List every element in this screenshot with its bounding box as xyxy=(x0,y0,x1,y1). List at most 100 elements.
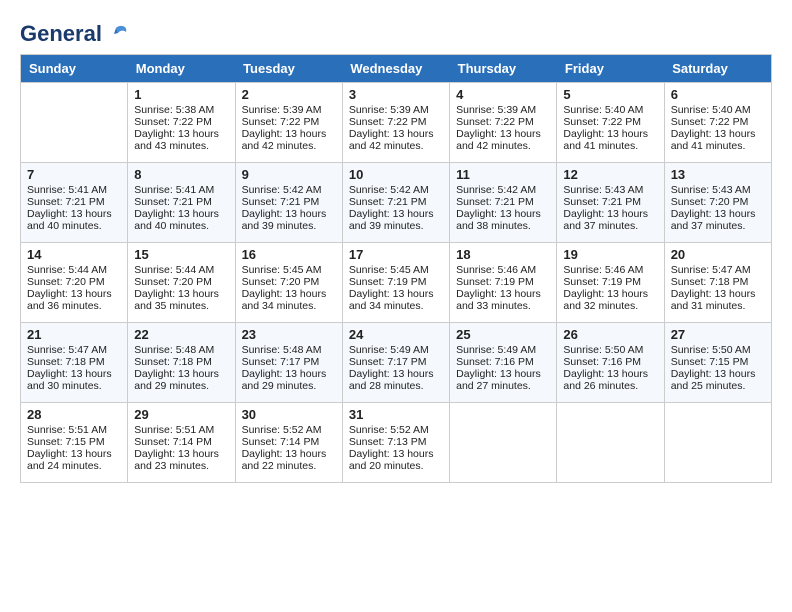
day-info-line: and 34 minutes. xyxy=(242,300,336,312)
calendar-cell xyxy=(557,403,664,483)
calendar-cell: 6Sunrise: 5:40 AMSunset: 7:22 PMDaylight… xyxy=(664,83,771,163)
day-info-line: Daylight: 13 hours xyxy=(349,288,443,300)
day-info-line: Sunrise: 5:44 AM xyxy=(134,264,228,276)
day-info-line: Daylight: 13 hours xyxy=(134,368,228,380)
day-info-line: Sunrise: 5:51 AM xyxy=(27,424,121,436)
day-info-line: and 30 minutes. xyxy=(27,380,121,392)
day-info-line: Daylight: 13 hours xyxy=(671,208,765,220)
day-info-line: Daylight: 13 hours xyxy=(563,208,657,220)
day-number: 8 xyxy=(134,167,228,182)
col-header-saturday: Saturday xyxy=(664,55,771,83)
day-info-line: Daylight: 13 hours xyxy=(134,128,228,140)
calendar-cell: 22Sunrise: 5:48 AMSunset: 7:18 PMDayligh… xyxy=(128,323,235,403)
day-info-line: and 39 minutes. xyxy=(242,220,336,232)
day-number: 21 xyxy=(27,327,121,342)
day-info-line: Daylight: 13 hours xyxy=(349,128,443,140)
day-info-line: Sunrise: 5:49 AM xyxy=(456,344,550,356)
day-number: 18 xyxy=(456,247,550,262)
day-info-line: Daylight: 13 hours xyxy=(456,128,550,140)
calendar-cell: 7Sunrise: 5:41 AMSunset: 7:21 PMDaylight… xyxy=(21,163,128,243)
day-number: 31 xyxy=(349,407,443,422)
day-info-line: Daylight: 13 hours xyxy=(671,368,765,380)
day-info-line: Sunset: 7:22 PM xyxy=(456,116,550,128)
day-info-line: Sunset: 7:16 PM xyxy=(563,356,657,368)
day-info-line: Sunset: 7:17 PM xyxy=(349,356,443,368)
day-info-line: and 20 minutes. xyxy=(349,460,443,472)
day-info-line: Sunset: 7:22 PM xyxy=(242,116,336,128)
day-number: 9 xyxy=(242,167,336,182)
day-info-line: Sunset: 7:19 PM xyxy=(456,276,550,288)
page-header: General xyxy=(20,20,772,44)
day-info-line: Sunset: 7:21 PM xyxy=(563,196,657,208)
day-info-line: Sunset: 7:21 PM xyxy=(456,196,550,208)
day-info-line: and 36 minutes. xyxy=(27,300,121,312)
day-info-line: and 29 minutes. xyxy=(134,380,228,392)
calendar-cell: 14Sunrise: 5:44 AMSunset: 7:20 PMDayligh… xyxy=(21,243,128,323)
day-info-line: Daylight: 13 hours xyxy=(134,208,228,220)
day-number: 19 xyxy=(563,247,657,262)
day-info-line: Sunrise: 5:50 AM xyxy=(671,344,765,356)
day-info-line: and 39 minutes. xyxy=(349,220,443,232)
calendar-cell: 18Sunrise: 5:46 AMSunset: 7:19 PMDayligh… xyxy=(450,243,557,323)
day-number: 25 xyxy=(456,327,550,342)
day-info-line: and 42 minutes. xyxy=(349,140,443,152)
calendar-cell: 30Sunrise: 5:52 AMSunset: 7:14 PMDayligh… xyxy=(235,403,342,483)
day-info-line: Daylight: 13 hours xyxy=(456,288,550,300)
day-info-line: Sunset: 7:22 PM xyxy=(671,116,765,128)
day-number: 2 xyxy=(242,87,336,102)
day-info-line: and 29 minutes. xyxy=(242,380,336,392)
day-info-line: Daylight: 13 hours xyxy=(349,208,443,220)
day-info-line: Sunrise: 5:50 AM xyxy=(563,344,657,356)
day-info-line: Sunrise: 5:47 AM xyxy=(27,344,121,356)
day-info-line: Sunrise: 5:43 AM xyxy=(671,184,765,196)
day-info-line: and 34 minutes. xyxy=(349,300,443,312)
day-info-line: Daylight: 13 hours xyxy=(671,128,765,140)
day-info-line: and 42 minutes. xyxy=(242,140,336,152)
day-info-line: Sunrise: 5:49 AM xyxy=(349,344,443,356)
calendar-cell: 15Sunrise: 5:44 AMSunset: 7:20 PMDayligh… xyxy=(128,243,235,323)
day-info-line: Sunset: 7:18 PM xyxy=(671,276,765,288)
day-number: 6 xyxy=(671,87,765,102)
day-info-line: Daylight: 13 hours xyxy=(349,368,443,380)
day-info-line: and 38 minutes. xyxy=(456,220,550,232)
logo-bird-icon xyxy=(102,20,130,48)
calendar-cell: 4Sunrise: 5:39 AMSunset: 7:22 PMDaylight… xyxy=(450,83,557,163)
day-info-line: Sunrise: 5:41 AM xyxy=(134,184,228,196)
day-number: 10 xyxy=(349,167,443,182)
day-info-line: Sunrise: 5:44 AM xyxy=(27,264,121,276)
calendar-cell xyxy=(450,403,557,483)
day-number: 14 xyxy=(27,247,121,262)
day-number: 29 xyxy=(134,407,228,422)
logo: General xyxy=(20,20,130,44)
day-info-line: and 40 minutes. xyxy=(134,220,228,232)
day-info-line: Sunrise: 5:41 AM xyxy=(27,184,121,196)
week-row-1: 1Sunrise: 5:38 AMSunset: 7:22 PMDaylight… xyxy=(21,83,772,163)
day-info-line: Sunrise: 5:46 AM xyxy=(563,264,657,276)
calendar-table: SundayMondayTuesdayWednesdayThursdayFrid… xyxy=(20,54,772,483)
day-info-line: Sunset: 7:21 PM xyxy=(349,196,443,208)
calendar-cell: 29Sunrise: 5:51 AMSunset: 7:14 PMDayligh… xyxy=(128,403,235,483)
day-info-line: Daylight: 13 hours xyxy=(563,288,657,300)
day-info-line: Sunrise: 5:43 AM xyxy=(563,184,657,196)
day-info-line: Sunset: 7:21 PM xyxy=(242,196,336,208)
day-number: 26 xyxy=(563,327,657,342)
day-info-line: Daylight: 13 hours xyxy=(563,128,657,140)
day-number: 17 xyxy=(349,247,443,262)
day-info-line: Daylight: 13 hours xyxy=(242,128,336,140)
calendar-cell: 27Sunrise: 5:50 AMSunset: 7:15 PMDayligh… xyxy=(664,323,771,403)
day-info-line: Sunset: 7:22 PM xyxy=(134,116,228,128)
day-info-line: Daylight: 13 hours xyxy=(242,448,336,460)
day-info-line: Daylight: 13 hours xyxy=(134,448,228,460)
calendar-cell: 8Sunrise: 5:41 AMSunset: 7:21 PMDaylight… xyxy=(128,163,235,243)
day-info-line: Sunrise: 5:39 AM xyxy=(456,104,550,116)
day-info-line: and 23 minutes. xyxy=(134,460,228,472)
day-info-line: Daylight: 13 hours xyxy=(134,288,228,300)
day-number: 20 xyxy=(671,247,765,262)
day-info-line: Sunrise: 5:38 AM xyxy=(134,104,228,116)
calendar-cell: 23Sunrise: 5:48 AMSunset: 7:17 PMDayligh… xyxy=(235,323,342,403)
day-info-line: Sunrise: 5:45 AM xyxy=(242,264,336,276)
week-row-4: 21Sunrise: 5:47 AMSunset: 7:18 PMDayligh… xyxy=(21,323,772,403)
calendar-cell: 9Sunrise: 5:42 AMSunset: 7:21 PMDaylight… xyxy=(235,163,342,243)
day-info-line: and 42 minutes. xyxy=(456,140,550,152)
day-info-line: and 24 minutes. xyxy=(27,460,121,472)
